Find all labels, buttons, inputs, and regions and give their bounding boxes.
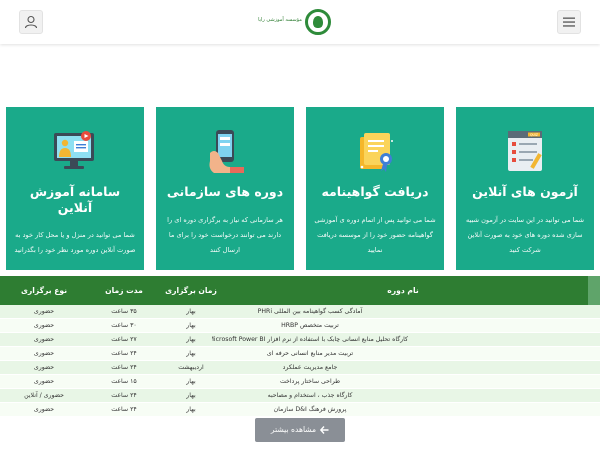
course-name: کارگاه تحلیل منابع انسانی چابک با استفاد…: [212, 336, 408, 343]
arrow-left-icon: [320, 426, 329, 434]
card-description: هر سازمانی که نیاز به برگزاری دوره ای را…: [167, 216, 283, 254]
course-type: حضوری: [33, 406, 55, 413]
hamburger-menu-icon: [563, 17, 575, 27]
table-header: نام دوره زمان برگزاری مدت زمان نوع برگزا…: [0, 276, 600, 305]
course-name: طراحی ساختار پرداخت: [279, 378, 341, 385]
course-type: حضوری: [33, 322, 55, 329]
top-header: مؤسسه آموزشی رایا: [0, 0, 600, 44]
course-duration: ۲۴ ساعت: [111, 350, 137, 357]
card-online-learning-system[interactable]: سامانه آموزش آنلاین شما می توانید در منز…: [6, 107, 144, 270]
column-header-time: زمان برگزاری: [165, 286, 217, 295]
table-row[interactable]: تربیت متخصص HRBP بهار ۳۰ ساعت حضوری: [0, 319, 600, 333]
course-time: بهار: [186, 308, 196, 315]
table-row[interactable]: آمادگی کسب گواهینامه بین المللی PHRi بها…: [0, 305, 600, 319]
course-time: بهار: [186, 406, 196, 413]
course-type: حضوری: [33, 336, 55, 343]
site-logo[interactable]: مؤسسه آموزشی رایا: [258, 9, 332, 35]
card-description: شما می توانید در این سایت در آزمون شبیه …: [465, 216, 585, 254]
card-title: دریافت گواهینامه: [321, 184, 429, 199]
course-time: بهار: [186, 336, 196, 343]
course-type: حضوری: [33, 350, 55, 357]
table-row[interactable]: طراحی ساختار پرداخت بهار ۱۵ ساعت حضوری: [0, 375, 600, 389]
certificate-icon: [360, 133, 393, 172]
course-type: حضوری: [33, 364, 55, 371]
table-row[interactable]: کارگاه تحلیل منابع انسانی چابک با استفاد…: [0, 333, 600, 347]
table-row[interactable]: تربیت مدیر منابع انسانی حرفه ای بهار ۲۴ …: [0, 347, 600, 361]
course-type: حضوری: [33, 378, 55, 385]
course-name: آمادگی کسب گواهینامه بین المللی PHRi: [257, 308, 363, 315]
view-more-button[interactable]: مشاهده بیشتر: [255, 418, 345, 442]
card-title: سامانه آموزش آنلاین: [29, 184, 121, 215]
table-row[interactable]: جامع مدیریت عملکرد اردیبهشت ۲۴ ساعت حضور…: [0, 361, 600, 375]
card-title: دوره های سازمانی: [166, 184, 284, 199]
course-type: حضوری / آنلاین: [24, 392, 64, 399]
course-time: بهار: [186, 350, 196, 357]
mobile-hand-icon: [209, 130, 244, 173]
card-title: آزمون های آنلاین: [472, 184, 578, 199]
course-duration: ۳۰ ساعت: [111, 322, 137, 329]
course-time: بهار: [186, 322, 196, 329]
course-name: جامع مدیریت عملکرد: [282, 364, 338, 371]
column-header-name: نام دوره: [387, 286, 419, 295]
table-row[interactable]: کارگاه جذب ، استخدام و مصاحبه بهار ۲۴ سا…: [0, 389, 600, 403]
course-time: بهار: [186, 392, 196, 399]
quiz-checklist-icon: QUIZ: [508, 131, 542, 171]
course-duration: ۳۵ ساعت: [111, 308, 137, 315]
card-organizational-courses[interactable]: دوره های سازمانی هر سازمانی که نیاز به ب…: [156, 107, 294, 270]
course-type: حضوری: [33, 308, 55, 315]
page: مؤسسه آموزشی رایا QUIZ آزمون های آنلاین …: [0, 0, 600, 450]
logo-text: مؤسسه آموزشی رایا: [258, 17, 302, 23]
online-teaching-icon: [54, 131, 94, 169]
course-time: بهار: [186, 378, 196, 385]
course-duration: ۲۴ ساعت: [111, 364, 137, 371]
card-certificate[interactable]: دریافت گواهینامه شما می توانید پس از اتم…: [306, 107, 444, 270]
user-account-button[interactable]: [19, 10, 43, 34]
column-header-type: نوع برگزاری: [20, 286, 68, 295]
view-more-label: مشاهده بیشتر: [270, 425, 317, 434]
course-time: اردیبهشت: [178, 364, 204, 371]
course-duration: ۲۴ ساعت: [111, 392, 137, 399]
card-online-exams[interactable]: QUIZ آزمون های آنلاین شما می توانید در ا…: [456, 107, 594, 270]
course-duration: ۱۵ ساعت: [111, 378, 137, 385]
card-description: شما می توانید در منزل و یا محل کار خود ب…: [14, 231, 136, 254]
course-name: پرورش فرهنگ D&I سازمان: [273, 406, 347, 413]
svg-text:QUIZ: QUIZ: [530, 133, 539, 137]
courses-table: نام دوره زمان برگزاری مدت زمان نوع برگزا…: [0, 276, 600, 417]
column-header-duration: مدت زمان: [105, 286, 143, 295]
hamburger-menu-button[interactable]: [557, 10, 581, 34]
logo-emblem-icon: [305, 9, 331, 35]
course-duration: ۲۴ ساعت: [111, 406, 137, 413]
course-name: تربیت مدیر منابع انسانی حرفه ای: [266, 350, 354, 357]
user-icon: [24, 15, 38, 29]
table-row[interactable]: پرورش فرهنگ D&I سازمان بهار ۲۴ ساعت حضور…: [0, 403, 600, 417]
course-name: کارگاه جذب ، استخدام و مصاحبه: [267, 392, 353, 399]
course-duration: ۲۷ ساعت: [111, 336, 137, 343]
course-name: تربیت متخصص HRBP: [281, 322, 339, 329]
card-description: شما می توانید پس از اتمام دوره ی آموزشی …: [314, 216, 436, 254]
